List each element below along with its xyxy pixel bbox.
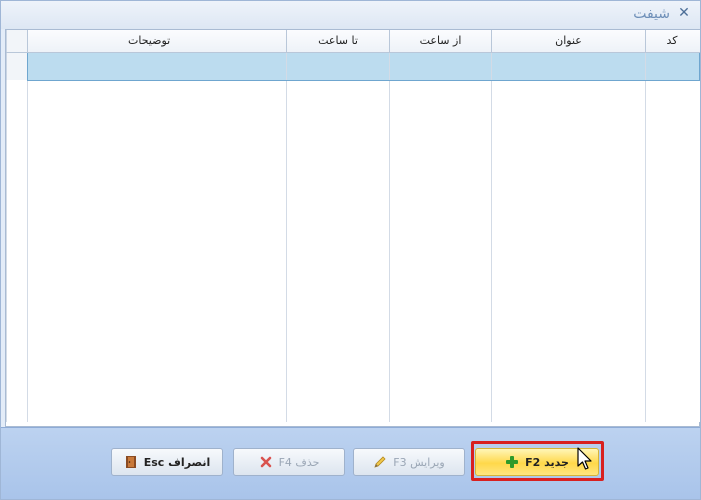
shift-grid: کد عنوان از ساعت تا ساعت توضیحات: [5, 29, 700, 427]
cell-code[interactable]: [645, 51, 700, 81]
delete-button-label: حذف F4: [278, 455, 320, 469]
column-header-to-time[interactable]: تا ساعت: [286, 30, 390, 53]
shift-dialog: ✕ شیفت کد عنوان از ساعت تا ساعت توضیحات: [0, 0, 701, 500]
action-bar: جدید F2 ویرایش F3 حذف F4 انصراف Esc: [1, 427, 700, 499]
edit-button[interactable]: ویرایش F3: [353, 448, 465, 476]
table-header-row: کد عنوان از ساعت تا ساعت توضیحات: [6, 30, 700, 53]
cell-description[interactable]: [27, 51, 287, 81]
cell-title[interactable]: [491, 51, 646, 81]
cell-from-time[interactable]: [389, 51, 492, 81]
plus-icon: [505, 455, 519, 469]
header-scroll-corner: [6, 30, 28, 53]
mouse-cursor-icon: [577, 447, 592, 470]
vertical-scrollbar[interactable]: [6, 52, 28, 80]
table-row[interactable]: [6, 51, 700, 81]
window-title: شیفت: [633, 6, 670, 22]
empty-grid-space: [6, 80, 700, 422]
column-header-description[interactable]: توضیحات: [27, 30, 287, 53]
delete-button[interactable]: حذف F4: [233, 448, 345, 476]
column-header-title[interactable]: عنوان: [491, 30, 646, 53]
cancel-button-label: انصراف Esc: [143, 455, 211, 469]
pencil-icon: [373, 455, 387, 469]
shift-table: کد عنوان از ساعت تا ساعت توضیحات: [6, 30, 700, 422]
new-button-label: جدید F2: [525, 455, 569, 469]
close-icon[interactable]: ✕: [676, 5, 692, 21]
cancel-button[interactable]: انصراف Esc: [111, 448, 223, 476]
edit-button-label: ویرایش F3: [393, 455, 445, 469]
delete-icon: [259, 455, 273, 469]
column-header-from-time[interactable]: از ساعت: [389, 30, 492, 53]
cell-to-time[interactable]: [286, 51, 390, 81]
title-bar: ✕ شیفت: [1, 1, 700, 29]
column-header-code[interactable]: کد: [645, 30, 700, 53]
door-icon: [124, 455, 138, 469]
vertical-scrollbar-track[interactable]: [6, 80, 28, 422]
